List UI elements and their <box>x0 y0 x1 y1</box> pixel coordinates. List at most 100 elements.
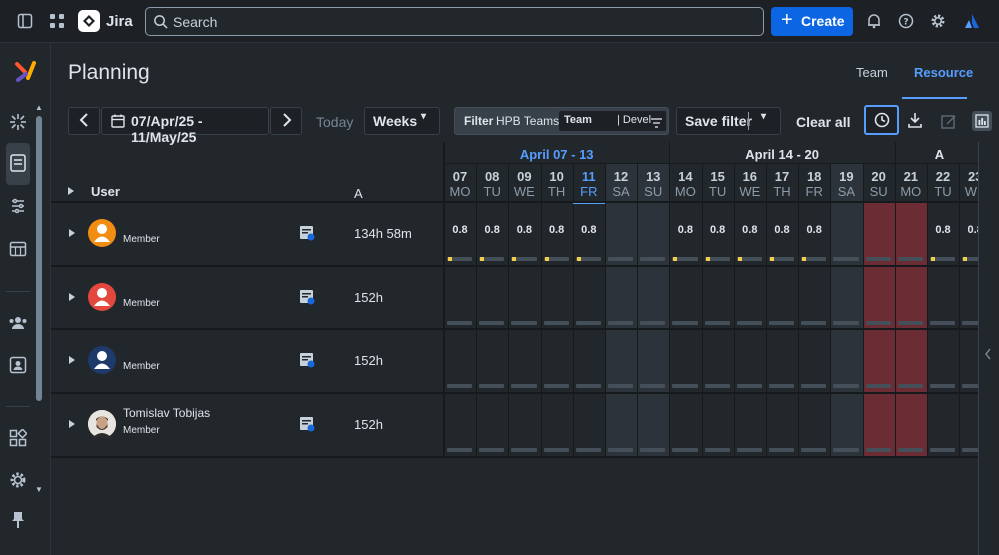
team-filter-label: Team <box>564 114 592 126</box>
capacity-bar <box>897 384 923 388</box>
day-name: SA <box>837 184 856 199</box>
settings-gear-icon[interactable] <box>928 11 948 31</box>
worklog-calendar-icon[interactable] <box>299 416 315 437</box>
notifications-bell-icon[interactable] <box>864 11 884 31</box>
time-view-button[interactable] <box>864 105 899 135</box>
capacity-bar <box>543 384 569 388</box>
user-name[interactable]: Tomislav Tobijas <box>123 406 210 420</box>
search-icon <box>153 14 168 34</box>
app-name[interactable]: Jira <box>106 13 133 30</box>
avatar[interactable] <box>88 219 116 247</box>
period-select[interactable]: Weeks ▾ <box>364 107 440 135</box>
capacity-bar <box>865 257 891 261</box>
holiday-column <box>894 203 927 458</box>
day-column-line <box>637 163 639 458</box>
capacity-value[interactable]: 0.8 <box>669 224 701 236</box>
download-icon[interactable] <box>908 112 922 133</box>
avatar[interactable] <box>88 283 116 311</box>
expand-row-caret-icon[interactable] <box>69 293 75 301</box>
expand-row-caret-icon[interactable] <box>69 356 75 364</box>
a-column-header[interactable]: A <box>354 186 363 201</box>
apps-grid-icon[interactable] <box>8 428 28 448</box>
capacity-value[interactable]: 0.8 <box>476 224 508 236</box>
capacity-bar <box>608 321 634 325</box>
contact-card-icon[interactable] <box>8 355 28 375</box>
prev-period-button[interactable] <box>68 107 100 135</box>
user-column-header[interactable]: User <box>91 184 120 199</box>
jira-logo-icon[interactable] <box>78 10 100 32</box>
user-role: Member <box>123 234 160 245</box>
avatar[interactable] <box>88 410 116 438</box>
search-input[interactable]: Search <box>145 7 764 36</box>
sidebar-scroll-down[interactable]: ▼ <box>35 485 43 494</box>
team-people-icon[interactable] <box>8 313 28 333</box>
chevron-left-icon <box>79 113 89 130</box>
capacity-value[interactable]: 0.8 <box>573 224 605 236</box>
save-filter-divider <box>748 112 749 130</box>
spark-icon[interactable] <box>8 112 28 132</box>
capacity-value[interactable]: 0.8 <box>766 224 798 236</box>
filter-bar[interactable]: Filter HPB Teams Team | Devel <box>454 107 669 135</box>
worklog-calendar-icon[interactable] <box>299 225 315 246</box>
capacity-value[interactable]: 0.8 <box>541 224 573 236</box>
expand-row-caret-icon[interactable] <box>69 229 75 237</box>
app-switcher-icon[interactable] <box>47 11 67 31</box>
pin-icon[interactable] <box>8 510 28 530</box>
clear-all-button[interactable]: Clear all <box>796 114 850 130</box>
planning-nav-active[interactable] <box>6 143 30 185</box>
save-filter-button[interactable]: Save filter ▾ <box>676 107 781 135</box>
capacity-bar <box>833 257 859 261</box>
user-hours: 134h 58m <box>354 226 412 241</box>
calendar-grid-icon[interactable] <box>8 239 28 259</box>
collapse-chevron-icon[interactable] <box>984 347 992 365</box>
avatar[interactable] <box>88 346 116 374</box>
day-column-line <box>701 163 703 458</box>
chevron-down-icon: ▾ <box>421 111 427 122</box>
capacity-fill <box>931 257 935 261</box>
edit-icon[interactable] <box>941 114 957 135</box>
capacity-value[interactable]: 0.8 <box>927 224 959 236</box>
capacity-value[interactable]: 0.8 <box>444 224 476 236</box>
day-name: TU <box>483 184 501 199</box>
capacity-value[interactable]: 0.8 <box>702 224 734 236</box>
tab-team[interactable]: Team <box>856 65 888 80</box>
report-chart-button[interactable] <box>972 111 992 131</box>
sidebar-toggle-icon[interactable] <box>15 11 35 31</box>
worklog-calendar-icon[interactable] <box>299 352 315 373</box>
page-title: Planning <box>68 61 150 84</box>
worklog-calendar-icon[interactable] <box>299 289 315 310</box>
expand-row-caret-icon[interactable] <box>69 420 75 428</box>
atlassian-logo-icon[interactable] <box>962 11 982 31</box>
weekend-column <box>605 163 638 458</box>
capacity-fill <box>480 257 485 261</box>
create-button[interactable]: + Create <box>771 7 853 36</box>
list-settings-icon[interactable] <box>8 196 28 216</box>
day-header-10: 10 TH <box>541 169 573 199</box>
capacity-value[interactable]: 0.8 <box>959 224 978 236</box>
holiday-column <box>862 203 895 458</box>
capacity-value[interactable]: 0.8 <box>798 224 830 236</box>
tab-resource[interactable]: Resource <box>914 65 973 80</box>
sidebar-scroll-thumb[interactable] <box>36 116 42 401</box>
day-number: 20 <box>871 169 886 184</box>
team-filter-value: | Devel <box>617 114 652 126</box>
help-icon[interactable]: ? <box>896 11 916 31</box>
settings-cog-icon[interactable] <box>8 470 28 490</box>
app-logo-icon[interactable] <box>12 58 40 86</box>
day-number: 23 <box>967 169 978 184</box>
capacity-value[interactable]: 0.8 <box>508 224 540 236</box>
team-filter-select[interactable]: Team | Devel <box>559 111 666 131</box>
date-range-picker[interactable]: 07/Apr/25 - 11/May/25 <box>101 107 269 145</box>
day-name: SU <box>869 184 888 199</box>
capacity-bar <box>930 384 956 388</box>
capacity-bar <box>447 321 473 325</box>
save-filter-dropdown-icon[interactable]: ▾ <box>761 111 766 122</box>
today-button[interactable]: Today <box>316 114 353 130</box>
day-number: 08 <box>484 169 500 184</box>
day-name: SA <box>612 184 630 199</box>
main-panel: Planning Team Resource 07/Apr/25 - 11/Ma… <box>51 43 999 555</box>
capacity-value[interactable]: 0.8 <box>734 224 766 236</box>
capacity-bar <box>575 321 601 325</box>
next-period-button[interactable] <box>270 107 302 135</box>
expand-all-caret-icon[interactable] <box>68 187 74 195</box>
